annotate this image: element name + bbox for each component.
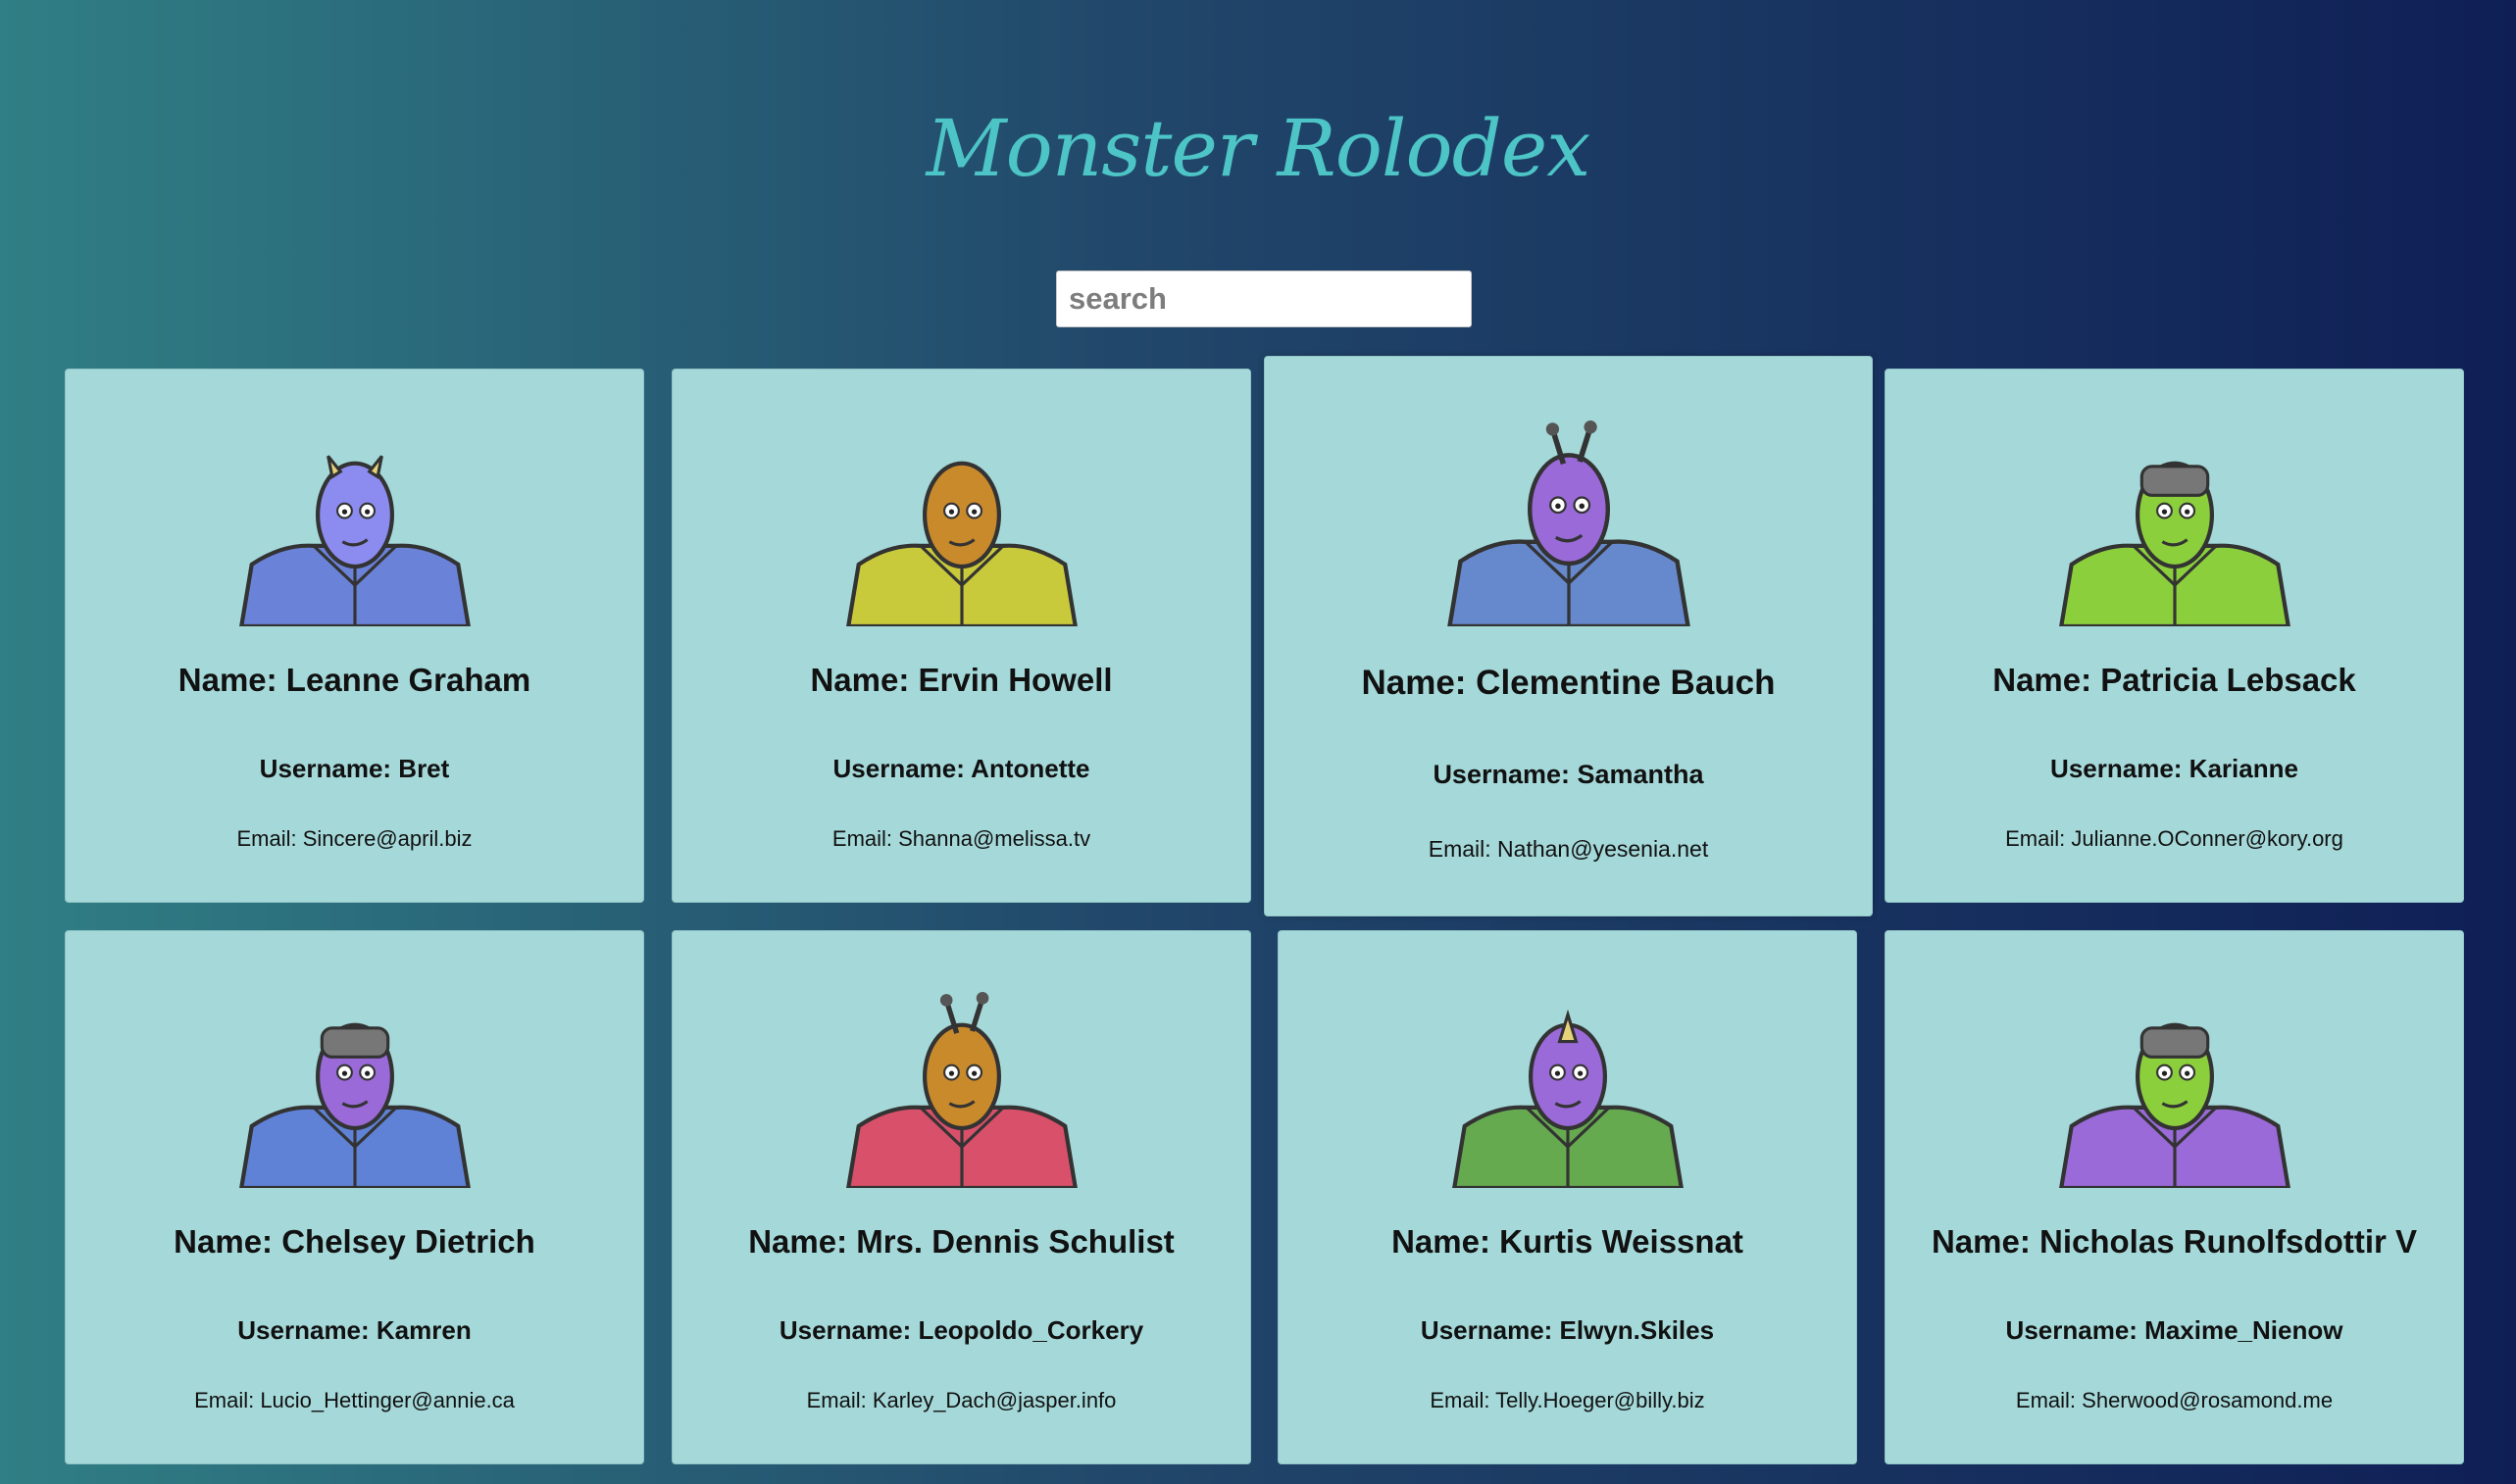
search-input[interactable] bbox=[1056, 271, 1472, 327]
monster-avatar bbox=[1450, 992, 1686, 1188]
monster-email: Email: Nathan@yesenia.net bbox=[1428, 836, 1709, 862]
monster-avatar bbox=[844, 992, 1080, 1188]
monster-username: Username: Antonette bbox=[832, 754, 1090, 783]
monster-card[interactable]: Name: Clementine Bauch Username: Samantha… bbox=[1264, 356, 1873, 916]
monster-name: Name: Leanne Graham bbox=[177, 662, 531, 698]
monster-username: Username: Bret bbox=[259, 754, 450, 783]
monster-email: Email: Karley_Dach@jasper.info bbox=[806, 1388, 1117, 1412]
monster-name: Name: Chelsey Dietrich bbox=[174, 1223, 535, 1260]
monster-username: Username: Kamren bbox=[237, 1315, 472, 1345]
monster-name: Name: Kurtis Weissnat bbox=[1391, 1223, 1743, 1260]
monster-avatar bbox=[2057, 430, 2292, 626]
monster-name: Name: Nicholas Runolfsdottir V bbox=[1931, 1223, 2418, 1260]
monster-avatar bbox=[844, 430, 1080, 626]
monster-card[interactable]: Name: Nicholas Runolfsdottir V Username: … bbox=[1885, 930, 2464, 1464]
monster-card[interactable]: Name: Kurtis Weissnat Username: Elwyn.Ski… bbox=[1278, 930, 1857, 1464]
monster-email: Email: Sincere@april.biz bbox=[236, 826, 473, 851]
monster-avatar bbox=[237, 430, 473, 626]
monster-name: Name: Patricia Lebsack bbox=[1992, 662, 2356, 698]
monster-card[interactable]: Name: Mrs. Dennis Schulist Username: Leop… bbox=[672, 930, 1251, 1464]
monster-email: Email: Sherwood@rosamond.me bbox=[2015, 1388, 2334, 1412]
monster-card[interactable]: Name: Patricia Lebsack Username: Karianne… bbox=[1885, 369, 2464, 903]
monster-username: Username: Samantha bbox=[1433, 760, 1704, 789]
monster-username: Username: Elwyn.Skiles bbox=[1420, 1315, 1715, 1345]
monster-avatar bbox=[2057, 992, 2292, 1188]
monster-username: Username: Leopoldo_Corkery bbox=[779, 1315, 1144, 1345]
monster-card[interactable]: Name: Chelsey Dietrich Username: Kamren Em… bbox=[65, 930, 644, 1464]
page-title: Monster Rolodex bbox=[926, 103, 1591, 194]
monster-avatar bbox=[1445, 420, 1692, 626]
monster-email: Email: Shanna@melissa.tv bbox=[831, 826, 1091, 851]
monster-name: Name: Clementine Bauch bbox=[1361, 664, 1776, 702]
monster-name: Name: Ervin Howell bbox=[810, 662, 1113, 698]
monster-name: Name: Mrs. Dennis Schulist bbox=[748, 1223, 1175, 1260]
monster-username: Username: Karianne bbox=[2050, 754, 2298, 783]
monster-card[interactable]: Name: Ervin Howell Username: Antonette Ema… bbox=[672, 369, 1251, 903]
monster-username: Username: Maxime_Nienow bbox=[2005, 1315, 2343, 1345]
monster-email: Email: Julianne.OConner@kory.org bbox=[2005, 826, 2343, 851]
monster-email: Email: Telly.Hoeger@billy.biz bbox=[1430, 1388, 1705, 1412]
monster-email: Email: Lucio_Hettinger@annie.ca bbox=[194, 1388, 515, 1412]
monster-card[interactable]: Name: Leanne Graham Username: Bret Email: … bbox=[65, 369, 644, 903]
monster-avatar bbox=[237, 992, 473, 1188]
